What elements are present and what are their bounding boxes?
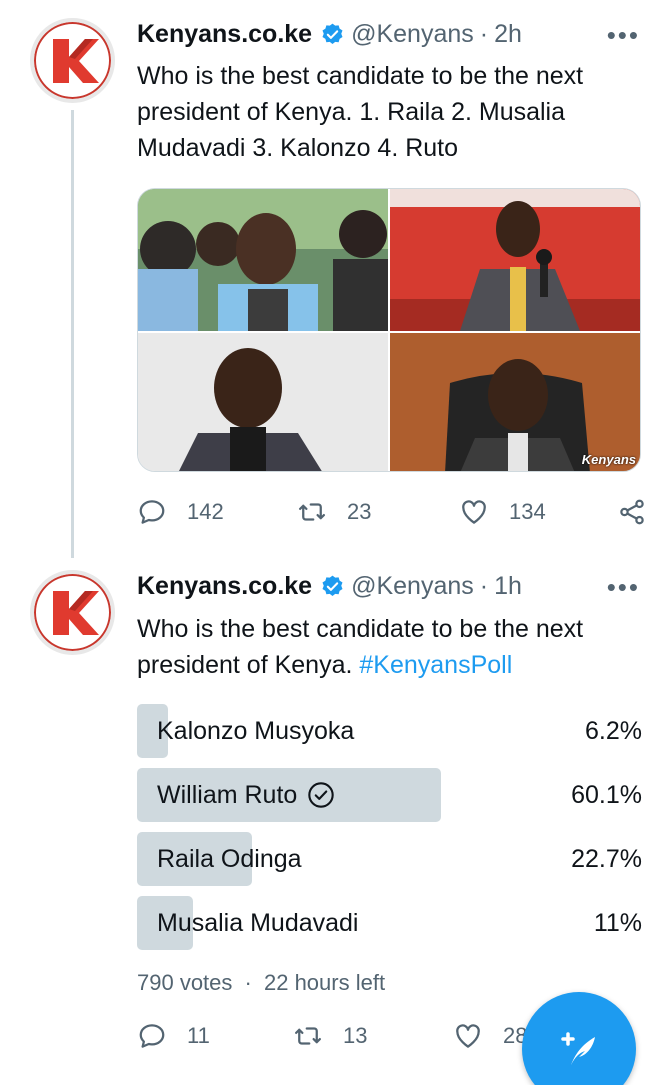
poll-option[interactable]: Kalonzo Musyoka 6.2%: [137, 704, 642, 758]
separator-dot: ·: [244, 970, 252, 995]
retweet-icon: [299, 503, 325, 521]
poll-option[interactable]: Raila Odinga 22.7%: [137, 832, 642, 886]
poll-option-label: William Ruto: [157, 780, 298, 809]
avatar[interactable]: [30, 18, 115, 103]
tweet-actions: 142 23 134: [137, 492, 647, 532]
media-photo-raila[interactable]: [138, 333, 388, 471]
tweet-text: Who is the best candidate to be the next…: [137, 611, 647, 683]
poll-option[interactable]: Musalia Mudavadi 11%: [137, 896, 642, 950]
thread-connector-line: [71, 110, 74, 558]
media-photo-kalonzo[interactable]: [138, 189, 388, 331]
separator-dot: ·: [479, 19, 489, 48]
retweet-count: 13: [343, 1023, 368, 1048]
tweet-text: Who is the best candidate to be the next…: [137, 62, 584, 162]
poll-option-percent: 6.2%: [585, 716, 642, 745]
like-count: 134: [509, 499, 546, 524]
share-button[interactable]: [617, 497, 647, 527]
compose-tweet-button[interactable]: [522, 992, 636, 1085]
reply-icon: [139, 500, 165, 524]
poll-option-percent: 60.1%: [571, 780, 642, 809]
poll: Kalonzo Musyoka 6.2% William Ruto 60.1% …: [137, 704, 642, 960]
poll-option-selected[interactable]: William Ruto 60.1%: [137, 768, 642, 822]
poll-option-label: Raila Odinga: [157, 844, 302, 873]
tweet-timestamp[interactable]: 2h: [494, 20, 522, 49]
reply-count: 142: [187, 499, 224, 524]
compose-tweet-icon: [561, 1032, 595, 1065]
media-photo-ruto[interactable]: [390, 189, 640, 331]
tweet-timestamp[interactable]: 1h: [494, 572, 522, 601]
poll-meta: 790 votes · 22 hours left: [137, 970, 385, 996]
poll-option-label-wrap: William Ruto: [137, 781, 335, 810]
check-circle-icon: [308, 782, 335, 808]
reply-button[interactable]: 142: [137, 497, 297, 527]
tweet-header: Kenyans.co.ke @Kenyans · 1h: [137, 570, 522, 602]
retweet-icon: [295, 1027, 321, 1045]
tweet-header: Kenyans.co.ke @Kenyans · 2h: [137, 18, 522, 50]
retweet-count: 23: [347, 499, 372, 524]
like-button[interactable]: 28: [453, 1021, 527, 1051]
more-options-button[interactable]: •••: [607, 572, 640, 603]
poll-vote-count: 790 votes: [137, 970, 233, 995]
heart-icon: [456, 1024, 480, 1048]
poll-option-percent: 22.7%: [571, 844, 642, 873]
poll-time-left: 22 hours left: [263, 970, 386, 995]
kenyans-logo-icon: [41, 29, 104, 92]
retweet-button[interactable]: 13: [293, 1021, 453, 1051]
author-handle[interactable]: @Kenyans: [351, 20, 474, 49]
reply-button[interactable]: 11: [137, 1021, 293, 1051]
poll-option-label: Musalia Mudavadi: [157, 908, 359, 937]
share-icon: [620, 499, 644, 525]
tweet-media-grid[interactable]: Kenyans: [137, 188, 641, 472]
retweet-button[interactable]: 23: [297, 497, 459, 527]
author-name[interactable]: Kenyans.co.ke: [137, 20, 312, 49]
poll-option-label: Kalonzo Musyoka: [157, 716, 355, 745]
author-name[interactable]: Kenyans.co.ke: [137, 572, 312, 601]
more-options-button[interactable]: •••: [607, 20, 640, 51]
separator-dot: ·: [479, 571, 489, 600]
avatar[interactable]: [30, 570, 115, 655]
poll-option-percent: 11%: [593, 908, 642, 937]
verified-badge-icon: [322, 575, 343, 596]
like-button[interactable]: 134: [459, 497, 617, 527]
author-handle[interactable]: @Kenyans: [351, 572, 474, 601]
kenyans-logo-icon: [41, 581, 104, 644]
reply-count: 11: [187, 1023, 210, 1048]
heart-icon: [462, 500, 486, 524]
verified-badge-icon: [322, 23, 343, 44]
hashtag-link[interactable]: #KenyansPoll: [359, 651, 512, 679]
reply-icon: [139, 1024, 165, 1048]
media-photo-mudavadi[interactable]: Kenyans: [390, 333, 640, 471]
media-watermark: Kenyans: [581, 452, 636, 467]
